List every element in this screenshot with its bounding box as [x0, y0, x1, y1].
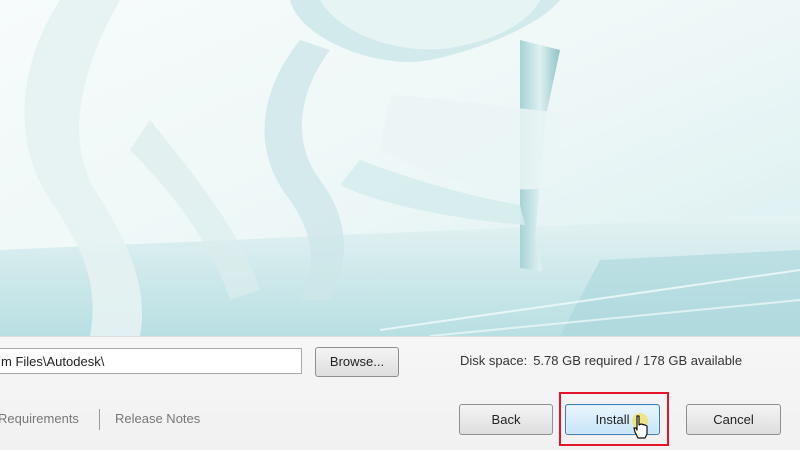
back-button[interactable]: Back — [459, 404, 553, 435]
install-path-field[interactable]: m Files\Autodesk\ — [0, 348, 302, 374]
disk-space-value: 5.78 GB required / 178 GB available — [533, 353, 743, 368]
hand-pointer-icon — [632, 413, 648, 439]
link-divider — [99, 409, 100, 430]
browse-button[interactable]: Browse... — [315, 347, 399, 377]
requirements-link[interactable]: Requirements — [0, 411, 79, 426]
release-notes-link[interactable]: Release Notes — [115, 411, 200, 426]
hero-image — [0, 0, 800, 336]
disk-space-info: Disk space: 5.78 GB required / 178 GB ava… — [460, 353, 742, 368]
cancel-button[interactable]: Cancel — [686, 404, 781, 435]
disk-space-label: Disk space: — [460, 353, 528, 368]
